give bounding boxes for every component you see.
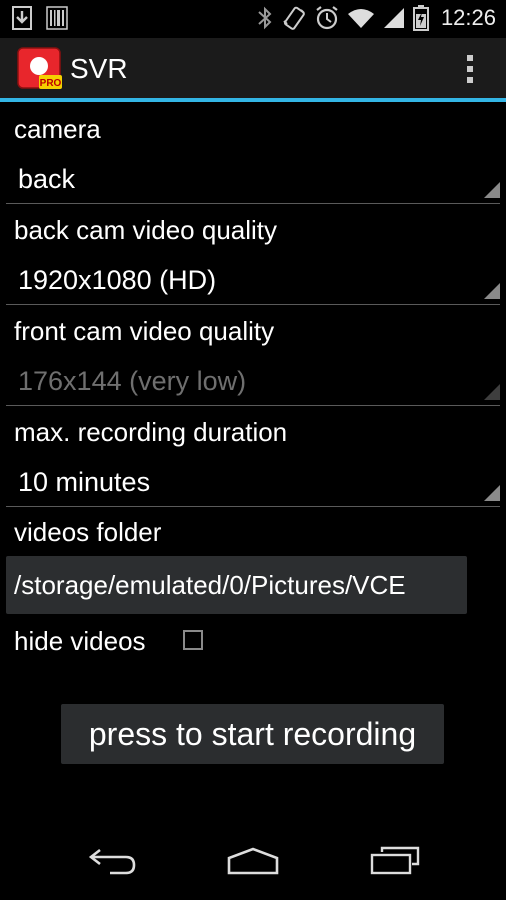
spinner-underline — [6, 203, 500, 204]
svg-text:PRO: PRO — [40, 78, 62, 89]
bluetooth-icon — [257, 5, 273, 31]
duration-label: max. recording duration — [14, 417, 288, 447]
back-quality-label: back cam video quality — [14, 215, 278, 245]
videos-folder-path: /storage/emulated/0/Pictures/VCE — [14, 570, 406, 600]
start-recording-button[interactable]: press to start recording — [61, 704, 444, 764]
vibrate-icon — [281, 5, 307, 31]
dropdown-corner-icon — [484, 485, 500, 506]
spinner-underline — [6, 405, 500, 406]
back-quality-value: 1920x1080 (HD) — [18, 265, 217, 295]
folder-label: videos folder — [14, 517, 162, 547]
action-bar: PRO SVR — [0, 38, 506, 100]
front-quality-value: 176x144 (very low) — [18, 366, 247, 396]
front-quality-label: front cam video quality — [14, 316, 275, 346]
dropdown-corner-icon — [484, 384, 500, 405]
back-icon[interactable] — [88, 846, 136, 881]
overflow-menu-icon[interactable] — [464, 52, 476, 86]
home-icon[interactable] — [226, 846, 280, 881]
duration-value: 10 minutes — [18, 467, 151, 497]
download-icon — [12, 6, 32, 30]
hide-videos-label: hide videos — [14, 626, 146, 656]
front-quality-spinner: 176x144 (very low) — [6, 358, 500, 406]
status-bar: 12:26 — [0, 0, 506, 38]
start-recording-label: press to start recording — [88, 716, 417, 752]
dropdown-corner-icon — [484, 283, 500, 304]
spinner-underline — [6, 304, 500, 305]
back-quality-spinner[interactable]: 1920x1080 (HD) — [6, 257, 500, 305]
alarm-icon — [315, 5, 339, 31]
barcode-icon — [46, 6, 68, 30]
app-icon: PRO — [17, 47, 63, 91]
recent-apps-icon[interactable] — [370, 846, 420, 881]
navigation-bar — [0, 820, 506, 900]
battery-icon — [412, 5, 429, 31]
camera-value: back — [18, 164, 76, 194]
camera-label: camera — [14, 114, 101, 144]
signal-icon — [383, 7, 405, 29]
duration-spinner[interactable]: 10 minutes — [6, 459, 500, 507]
action-bar-divider — [0, 98, 506, 102]
videos-folder-button[interactable]: /storage/emulated/0/Pictures/VCE — [6, 556, 467, 614]
hide-videos-checkbox[interactable] — [183, 630, 203, 650]
app-title: SVR — [70, 53, 128, 84]
dropdown-corner-icon — [484, 182, 500, 203]
wifi-icon — [347, 7, 375, 29]
spinner-underline — [6, 506, 500, 507]
camera-spinner[interactable]: back — [6, 156, 500, 204]
clock: 12:26 — [440, 5, 496, 30]
